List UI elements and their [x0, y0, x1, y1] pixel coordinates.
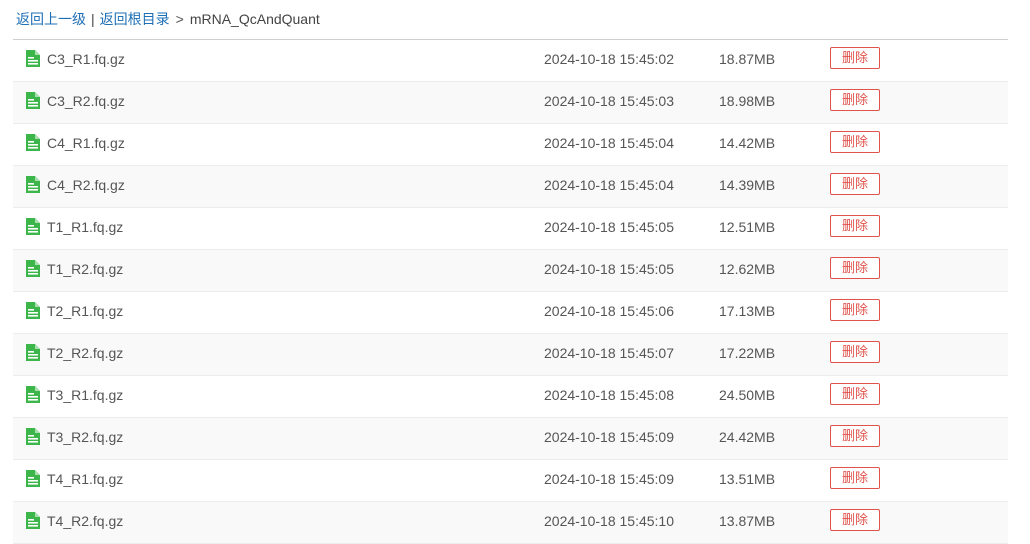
file-size: 17.22MB: [719, 345, 776, 361]
file-size: 24.42MB: [719, 429, 776, 445]
file-icon: [26, 386, 40, 403]
file-modified-time: 2024-10-18 15:45:08: [544, 387, 674, 403]
file-size: 24.50MB: [719, 387, 776, 403]
delete-button[interactable]: 删除: [830, 215, 880, 237]
file-row: T4_R2.fq.gz 2024-10-18 15:45:10 13.87MB 删除: [13, 502, 1008, 544]
file-name[interactable]: T1_R2.fq.gz: [47, 250, 123, 288]
delete-button[interactable]: 删除: [830, 341, 880, 363]
file-name[interactable]: T3_R1.fq.gz: [47, 376, 123, 414]
delete-button[interactable]: 删除: [830, 383, 880, 405]
delete-button[interactable]: 删除: [830, 257, 880, 279]
file-modified-time: 2024-10-18 15:45:03: [544, 93, 674, 109]
breadcrumb: 返回上一级 | 返回根目录 > mRNA_QcAndQuant: [16, 0, 320, 39]
current-directory: mRNA_QcAndQuant: [189, 11, 320, 27]
file-icon: [26, 260, 40, 277]
file-modified-time: 2024-10-18 15:45:06: [544, 303, 674, 319]
file-icon: [26, 176, 40, 193]
file-name[interactable]: C3_R1.fq.gz: [47, 40, 125, 78]
file-name[interactable]: T3_R2.fq.gz: [47, 418, 123, 456]
file-row: T1_R1.fq.gz 2024-10-18 15:45:05 12.51MB 删除: [13, 208, 1008, 250]
file-modified-time: 2024-10-18 15:45:09: [544, 429, 674, 445]
file-name[interactable]: C4_R1.fq.gz: [47, 124, 125, 162]
file-name[interactable]: C4_R2.fq.gz: [47, 166, 125, 204]
file-size: 13.51MB: [719, 471, 776, 487]
file-modified-time: 2024-10-18 15:45:07: [544, 345, 674, 361]
delete-button[interactable]: 删除: [830, 509, 880, 531]
file-modified-time: 2024-10-18 15:45:05: [544, 219, 674, 235]
file-modified-time: 2024-10-18 15:45:10: [544, 513, 674, 529]
file-icon: [26, 92, 40, 109]
file-list: C3_R1.fq.gz 2024-10-18 15:45:02 18.87MB 删除 C…: [13, 39, 1008, 544]
file-name[interactable]: T2_R2.fq.gz: [47, 334, 123, 372]
file-row: C3_R2.fq.gz 2024-10-18 15:45:03 18.98MB 删除: [13, 82, 1008, 124]
file-row: T4_R1.fq.gz 2024-10-18 15:45:09 13.51MB 删除: [13, 460, 1008, 502]
file-icon: [26, 512, 40, 529]
delete-button[interactable]: 删除: [830, 131, 880, 153]
delete-button[interactable]: 删除: [830, 173, 880, 195]
file-icon: [26, 344, 40, 361]
breadcrumb-arrow: >: [175, 11, 184, 27]
back-root-link[interactable]: 返回根目录: [100, 11, 170, 27]
file-name[interactable]: T4_R1.fq.gz: [47, 460, 123, 498]
file-size: 13.87MB: [719, 513, 776, 529]
breadcrumb-separator: |: [91, 11, 95, 27]
file-row: T3_R1.fq.gz 2024-10-18 15:45:08 24.50MB 删除: [13, 376, 1008, 418]
file-modified-time: 2024-10-18 15:45:02: [544, 51, 674, 67]
file-icon: [26, 470, 40, 487]
file-size: 18.98MB: [719, 93, 776, 109]
file-name[interactable]: T2_R1.fq.gz: [47, 292, 123, 330]
delete-button[interactable]: 删除: [830, 299, 880, 321]
file-size: 12.62MB: [719, 261, 776, 277]
file-icon: [26, 50, 40, 67]
file-row: T3_R2.fq.gz 2024-10-18 15:45:09 24.42MB 删除: [13, 418, 1008, 460]
file-size: 14.42MB: [719, 135, 776, 151]
file-size: 14.39MB: [719, 177, 776, 193]
file-row: T2_R2.fq.gz 2024-10-18 15:45:07 17.22MB 删除: [13, 334, 1008, 376]
file-row: T2_R1.fq.gz 2024-10-18 15:45:06 17.13MB 删除: [13, 292, 1008, 334]
delete-button[interactable]: 删除: [830, 425, 880, 447]
file-size: 17.13MB: [719, 303, 776, 319]
file-size: 12.51MB: [719, 219, 776, 235]
delete-button[interactable]: 删除: [830, 89, 880, 111]
file-icon: [26, 134, 40, 151]
file-icon: [26, 428, 40, 445]
file-row: C4_R1.fq.gz 2024-10-18 15:45:04 14.42MB 删除: [13, 124, 1008, 166]
file-row: T1_R2.fq.gz 2024-10-18 15:45:05 12.62MB 删除: [13, 250, 1008, 292]
back-up-link[interactable]: 返回上一级: [16, 11, 86, 27]
file-row: C3_R1.fq.gz 2024-10-18 15:45:02 18.87MB 删除: [13, 40, 1008, 82]
file-icon: [26, 302, 40, 319]
delete-button[interactable]: 删除: [830, 47, 880, 69]
file-name[interactable]: T4_R2.fq.gz: [47, 502, 123, 540]
file-modified-time: 2024-10-18 15:45:04: [544, 177, 674, 193]
file-size: 18.87MB: [719, 51, 776, 67]
file-modified-time: 2024-10-18 15:45:04: [544, 135, 674, 151]
delete-button[interactable]: 删除: [830, 467, 880, 489]
file-name[interactable]: C3_R2.fq.gz: [47, 82, 125, 120]
file-modified-time: 2024-10-18 15:45:05: [544, 261, 674, 277]
file-row: C4_R2.fq.gz 2024-10-18 15:45:04 14.39MB 删除: [13, 166, 1008, 208]
file-name[interactable]: T1_R1.fq.gz: [47, 208, 123, 246]
file-modified-time: 2024-10-18 15:45:09: [544, 471, 674, 487]
file-icon: [26, 218, 40, 235]
